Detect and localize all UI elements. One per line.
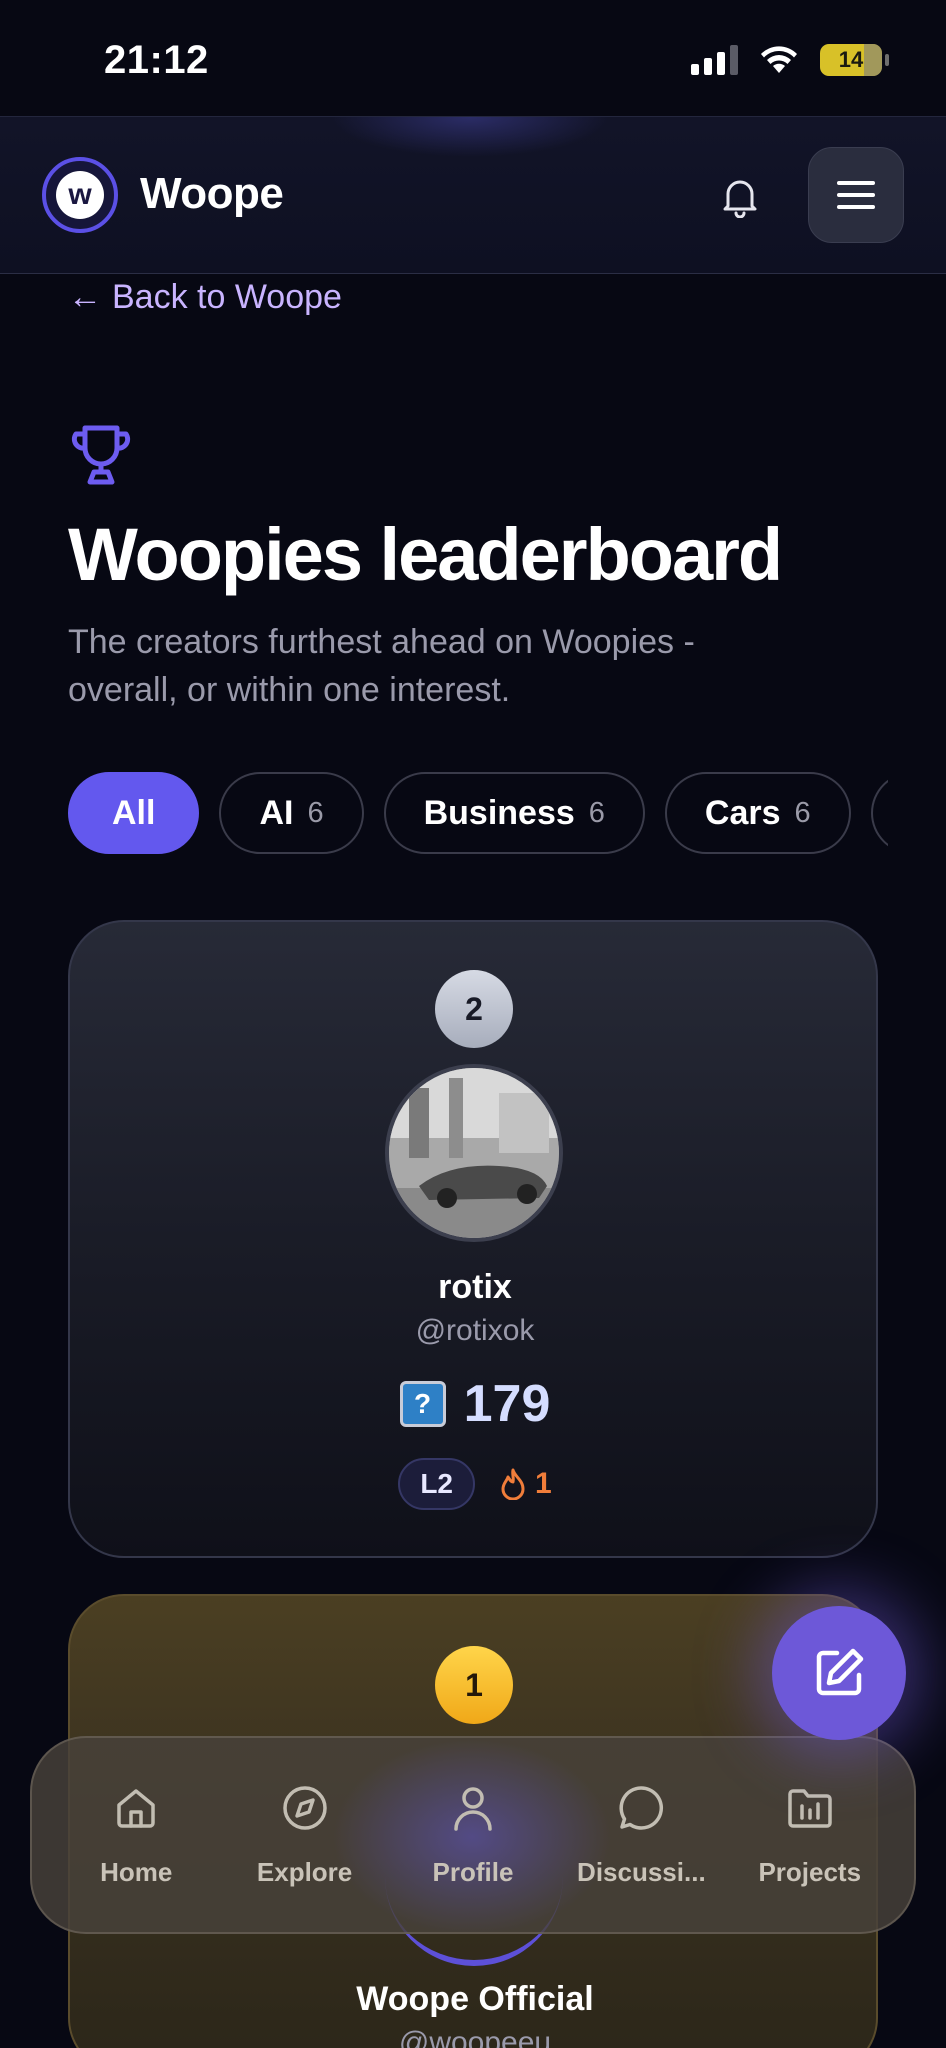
nav-item-explore[interactable]: Explore	[225, 1783, 385, 1888]
page-subtitle: The creators furthest ahead on Woopies -…	[68, 623, 695, 709]
back-arrow-icon: ←	[68, 278, 102, 316]
score-value: 179	[463, 1375, 551, 1433]
filter-chip-label: All	[112, 793, 156, 832]
rank-badge: 2	[435, 970, 513, 1048]
menu-button[interactable]	[808, 147, 904, 243]
back-link-label: Back to Woope	[112, 278, 342, 316]
nav-label: Explore	[256, 1856, 353, 1887]
user-name[interactable]: rotix	[70, 1268, 880, 1307]
notifications-bell-icon[interactable]	[716, 173, 764, 221]
filter-chip-count: 6	[794, 796, 811, 829]
page-title: Woopies leaderboard	[68, 513, 783, 596]
back-to-woope-link[interactable]: ← Back to Woope	[68, 278, 342, 317]
filter-chip-label: AI	[259, 793, 294, 832]
user-handle: @woopeeu	[398, 2026, 552, 2048]
interest-filter-tabs: All AI 6 Business 6 Cars 6	[68, 772, 888, 856]
filter-chip-all[interactable]: All	[68, 772, 200, 854]
filter-chip-count: 6	[588, 796, 605, 829]
compass-icon	[280, 1783, 330, 1833]
filter-chip-label: Business	[423, 793, 575, 832]
streak-count: 1	[535, 1467, 552, 1500]
page: 21:12 14 w Woope ← Back to Woope Woopies…	[0, 0, 946, 2048]
avatar[interactable]	[385, 1064, 563, 1242]
battery-level: 14	[838, 47, 864, 72]
nav-label: Home	[100, 1856, 173, 1887]
leader-card-rank-2[interactable]: 2 rotix @rotixok ? 179 L2 1	[68, 920, 878, 1558]
filter-chip-cars[interactable]: Cars 6	[664, 772, 851, 854]
filter-chip-label: Cars	[704, 793, 781, 832]
status-bar: 21:12 14	[0, 0, 946, 118]
meta-row: L2 1	[70, 1458, 880, 1510]
trophy-icon	[71, 425, 131, 485]
nav-item-projects[interactable]: Projects	[730, 1783, 890, 1888]
home-icon	[111, 1783, 161, 1833]
rank-badge: 1	[435, 1646, 513, 1724]
unknown-emoji-icon: ?	[399, 1381, 446, 1427]
user-handle: @rotixok	[415, 1314, 535, 1347]
battery-icon: 14	[820, 44, 889, 76]
bottom-nav: Home Explore Profile Discussi... Project…	[30, 1736, 916, 1934]
edit-icon	[816, 1648, 864, 1696]
compose-button[interactable]	[772, 1606, 906, 1740]
nav-item-home[interactable]: Home	[56, 1783, 216, 1888]
wifi-icon	[761, 46, 797, 73]
hamburger-menu-icon	[837, 181, 875, 209]
chat-bubble-icon	[616, 1783, 666, 1833]
filter-chip-more[interactable]	[870, 772, 888, 854]
nav-label: Discussi...	[577, 1856, 706, 1887]
nav-item-profile[interactable]: Profile	[393, 1783, 553, 1888]
score-row: ? 179	[70, 1374, 880, 1434]
woope-logo[interactable]: w	[42, 157, 118, 233]
nav-item-discussions[interactable]: Discussi...	[561, 1783, 721, 1888]
brand-name[interactable]: Woope	[140, 169, 284, 219]
user-icon	[448, 1783, 498, 1833]
flame-icon	[501, 1468, 525, 1500]
filter-chip-count: 6	[307, 796, 324, 829]
status-time: 21:12	[104, 38, 209, 82]
level-badge: L2	[398, 1458, 475, 1510]
folder-chart-icon	[785, 1783, 835, 1833]
nav-label: Projects	[758, 1856, 862, 1887]
logo-letter: w	[56, 171, 104, 219]
nav-label: Profile	[432, 1856, 514, 1887]
filter-chip-ai[interactable]: AI 6	[219, 772, 364, 854]
filter-chip-business[interactable]: Business 6	[383, 772, 645, 854]
cellular-signal-icon	[691, 45, 738, 75]
app-header: w Woope	[0, 116, 946, 274]
status-icons: 14	[691, 44, 889, 76]
user-name[interactable]: Woope Official	[70, 1980, 880, 2019]
streak: 1	[499, 1467, 552, 1501]
